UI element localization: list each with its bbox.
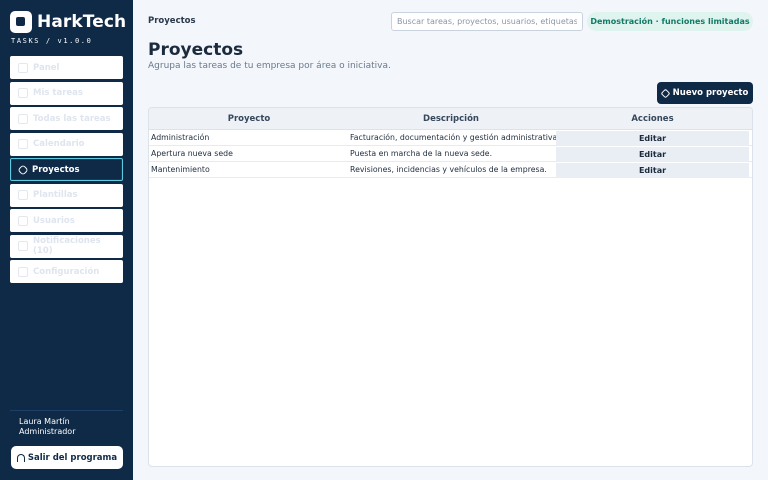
sidebar-item-label: Notificaciones (10) (32, 236, 101, 256)
sidebar-item-label: Calendario (33, 139, 85, 149)
calendar-icon (18, 139, 28, 149)
cell-description: Puesta en marcha de la nueva sede. (350, 149, 493, 158)
sidebar-item-calendario[interactable]: Calendario (10, 132, 123, 156)
search-input[interactable] (391, 12, 583, 31)
brand-name: HarkTech (37, 12, 127, 32)
gear-icon (18, 266, 28, 277)
tag-icon (17, 163, 29, 176)
sidebar-item-label: Proyectos (32, 164, 80, 175)
sidebar-item-usuarios[interactable]: Usuarios (10, 209, 123, 232)
template-icon (18, 190, 28, 200)
divider (10, 410, 123, 411)
sidebar-item-label: Mis tareas (33, 88, 83, 98)
user-role: Administrador (19, 427, 76, 436)
table-row: Apertura nueva sede Puesta en marcha de … (149, 146, 752, 162)
sidebar-item-label: Usuarios (33, 215, 75, 226)
edit-button[interactable]: Editar (556, 163, 749, 178)
brand[interactable]: HarkTech (10, 11, 126, 33)
exit-button-label: Salir del programa (27, 452, 118, 463)
sidebar-item-label: Configuración (33, 266, 100, 277)
cell-project: Mantenimiento (151, 165, 210, 174)
sidebar: HarkTech TASKS / v1.0.0 Panel Mis tareas… (0, 0, 133, 480)
sidebar-item-configuracion[interactable]: Configuración (10, 260, 123, 283)
exit-button[interactable]: Salir del programa (11, 446, 123, 469)
list-icon (18, 113, 28, 124)
sidebar-nav: Panel Mis tareas Todas las tareas Calend… (10, 56, 123, 286)
sidebar-item-plantillas[interactable]: Plantillas (10, 183, 123, 207)
projects-table: Proyecto Descripción Acciones Administra… (148, 107, 753, 467)
user-info: Laura Martín Administrador (19, 417, 75, 437)
table-row: Mantenimiento Revisiones, incidencias y … (149, 162, 752, 178)
sidebar-item-mis-tareas[interactable]: Mis tareas (10, 81, 123, 105)
column-header-acciones: Acciones (631, 114, 674, 124)
checklist-icon (18, 88, 28, 98)
sidebar-item-proyectos[interactable]: Proyectos (10, 158, 123, 181)
users-icon (18, 215, 28, 226)
sidebar-item-todas-las-tareas[interactable]: Todas las tareas (10, 107, 123, 130)
bell-icon (18, 241, 28, 251)
headset-icon (16, 453, 25, 462)
cell-description: Facturación, documentación y gestión adm… (350, 133, 560, 142)
sidebar-item-label: Todas las tareas (33, 113, 111, 124)
new-project-label: Nuevo proyecto (672, 88, 749, 98)
cell-project: Administración (151, 133, 210, 142)
sidebar-item-notificaciones[interactable]: Notificaciones (10) (10, 234, 123, 258)
brand-version: TASKS / v1.0.0 (11, 37, 93, 45)
demo-badge: Demostración · funciones limitadas (587, 12, 753, 31)
breadcrumb: Proyectos (148, 16, 196, 26)
tag-icon (660, 88, 671, 98)
sidebar-item-panel[interactable]: Panel (10, 56, 123, 79)
cell-project: Apertura nueva sede (151, 149, 233, 158)
cell-description: Revisiones, incidencias y vehículos de l… (350, 165, 547, 174)
table-row: Administración Facturación, documentació… (149, 130, 752, 146)
column-header-descripcion[interactable]: Descripción (349, 114, 553, 124)
table-header: Proyecto Descripción Acciones (149, 108, 752, 130)
sidebar-item-label: Plantillas (33, 190, 78, 200)
edit-button[interactable]: Editar (556, 147, 749, 162)
sidebar-item-label: Panel (33, 62, 60, 73)
column-header-proyecto[interactable]: Proyecto (149, 114, 349, 124)
page-title: Proyectos (148, 40, 244, 60)
new-project-button[interactable]: Nuevo proyecto (657, 82, 753, 104)
edit-button[interactable]: Editar (556, 131, 749, 146)
page-subtitle: Agrupa las tareas de tu empresa por área… (148, 61, 391, 71)
brand-logo-icon (10, 11, 32, 33)
user-name: Laura Martín (19, 417, 70, 426)
dashboard-icon (18, 62, 28, 73)
